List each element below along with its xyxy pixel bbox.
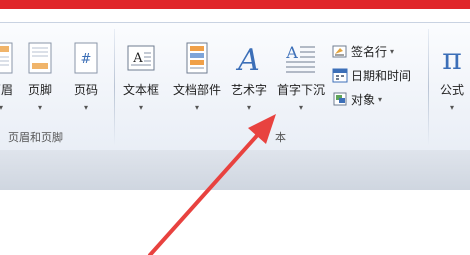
wordart-icon: A <box>232 41 266 78</box>
title-bar <box>0 0 470 18</box>
wordart-button[interactable]: A 艺术字 ▾ <box>226 41 272 112</box>
ribbon-bottom-strip <box>0 150 470 190</box>
header-icon <box>0 41 18 75</box>
chevron-down-icon: ▾ <box>378 94 383 104</box>
signature-line-label: 签名行 <box>351 44 388 59</box>
insert-ribbon: 页眉 ▾ 页脚 ▾ # 页码 ▾ 页眉和页脚 <box>0 22 470 152</box>
text-group-label: 本 <box>275 131 286 144</box>
chevron-down-icon: ▾ <box>449 103 454 112</box>
equation-button[interactable]: π 公式 ▾ <box>432 41 470 112</box>
textbox-icon: A <box>124 41 158 75</box>
textbox-label: 文本框 <box>122 83 159 97</box>
footer-icon <box>23 41 57 75</box>
signature-line-button[interactable]: 签名行 ▾ <box>332 41 394 61</box>
page-number-label: 页码 <box>73 83 98 97</box>
object-button[interactable]: 对象 ▾ <box>332 89 382 109</box>
chevron-down-icon: ▾ <box>246 103 251 112</box>
chevron-down-icon: ▾ <box>138 103 143 112</box>
svg-text:π: π <box>442 42 462 75</box>
object-icon <box>333 92 347 106</box>
svg-text:A: A <box>235 43 260 75</box>
drop-cap-button[interactable]: A 首字下沉 ▾ <box>274 41 328 112</box>
document-area <box>0 190 470 255</box>
footer-label: 页脚 <box>27 83 52 97</box>
chevron-down-icon: ▾ <box>37 103 42 112</box>
date-time-label: 日期和时间 <box>351 68 412 83</box>
equation-label: 公式 <box>439 83 464 97</box>
svg-text:A: A <box>285 43 298 62</box>
svg-text:A: A <box>132 51 143 66</box>
quick-parts-button[interactable]: 文档部件 ▾ <box>170 41 224 112</box>
chevron-down-icon: ▾ <box>390 46 395 56</box>
drop-cap-icon: A <box>284 41 318 75</box>
window-accent-bar <box>0 0 470 9</box>
page-number-button[interactable]: # 页码 ▾ <box>63 41 109 112</box>
pi-icon: π <box>435 41 469 77</box>
chevron-down-icon: ▾ <box>83 103 88 112</box>
group-separator <box>428 29 429 145</box>
date-time-button[interactable]: 日期和时间 <box>332 65 411 85</box>
header-footer-group-label: 页眉和页脚 <box>8 131 63 144</box>
chevron-down-icon: ▾ <box>194 103 199 112</box>
textbox-button[interactable]: A 文本框 ▾ <box>118 41 164 112</box>
quick-parts-label: 文档部件 <box>172 83 221 97</box>
quick-parts-icon <box>180 41 214 75</box>
object-label: 对象 <box>351 92 376 107</box>
footer-button[interactable]: 页脚 ▾ <box>17 41 63 112</box>
page-number-icon: # <box>69 41 103 75</box>
wordart-label: 艺术字 <box>230 83 267 97</box>
drop-cap-label: 首字下沉 <box>276 83 325 97</box>
svg-text:#: # <box>81 52 92 67</box>
group-separator <box>114 29 115 145</box>
signature-icon <box>332 45 347 58</box>
calendar-icon <box>332 68 348 83</box>
chevron-down-icon: ▾ <box>298 103 303 112</box>
